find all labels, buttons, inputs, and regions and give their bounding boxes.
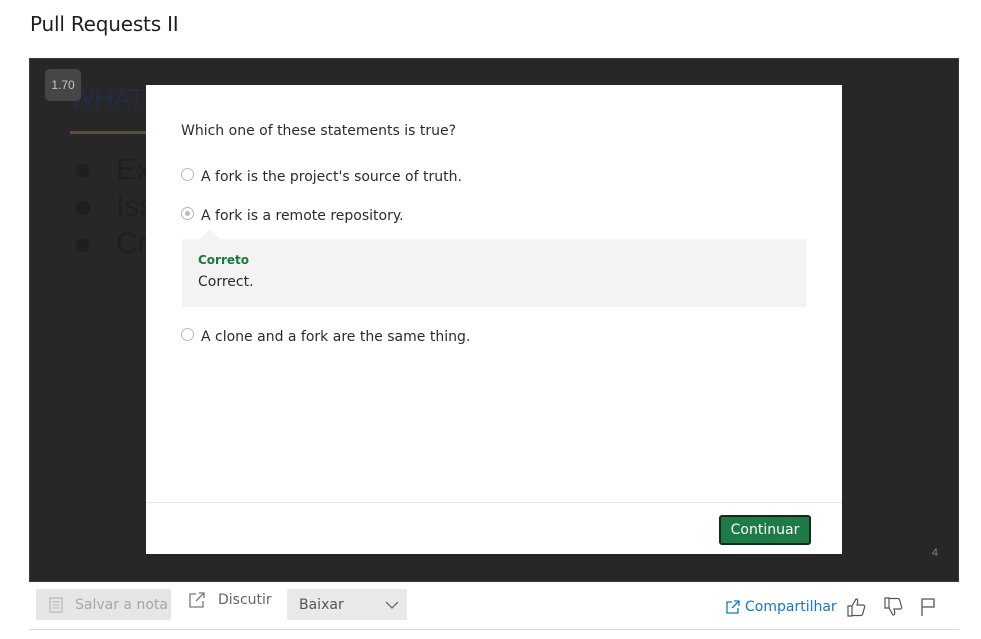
flag-icon	[921, 598, 935, 616]
report-button[interactable]	[917, 596, 939, 618]
dialog-footer: Continuar	[146, 502, 842, 554]
quiz-option-label: A fork is the project's source of truth.	[201, 169, 462, 185]
download-label: Baixar	[299, 596, 344, 613]
quiz-option-3[interactable]: A clone and a fork are the same thing.	[181, 327, 471, 345]
share-label: Compartilhar	[745, 599, 837, 615]
quiz-option-2[interactable]: A fork is a remote repository.	[181, 206, 404, 224]
save-note-label: Salvar a nota	[75, 596, 168, 613]
radio-button-selected[interactable]	[181, 206, 194, 220]
answer-feedback: Correto Correct.	[182, 229, 806, 307]
download-select[interactable]: Baixar	[287, 589, 407, 620]
continue-button[interactable]: Continuar	[719, 515, 811, 545]
thumbs-down-icon	[884, 597, 903, 616]
feedback-title: Correto	[198, 253, 250, 267]
chevron-down-icon	[385, 601, 399, 609]
dislike-button[interactable]	[882, 596, 904, 618]
discuss-button[interactable]: Discutir	[188, 591, 272, 609]
thumbs-up-icon	[847, 598, 866, 617]
external-link-icon	[189, 592, 205, 608]
radio-button[interactable]	[181, 167, 194, 181]
share-link[interactable]: Compartilhar	[726, 599, 837, 615]
quiz-option-label: A fork is a remote repository.	[201, 208, 404, 224]
save-note-button[interactable]: Salvar a nota	[36, 589, 171, 620]
discuss-label: Discutir	[218, 592, 272, 608]
feedback-text: Correct.	[198, 274, 254, 290]
quiz-question: Which one of these statements is true?	[181, 123, 457, 139]
share-icon	[726, 600, 740, 614]
quiz-option-label: A clone and a fork are the same thing.	[201, 329, 471, 345]
quiz-dialog: Which one of these statements is true? A…	[146, 85, 842, 554]
video-toolbar: Salvar a nota Discutir Baixar Compartilh…	[30, 586, 959, 630]
note-icon	[49, 596, 63, 613]
quiz-option-1[interactable]: A fork is the project's source of truth.	[181, 167, 462, 185]
radio-button[interactable]	[181, 327, 194, 341]
page-title: Pull Requests II	[30, 12, 179, 36]
like-button[interactable]	[845, 596, 867, 618]
